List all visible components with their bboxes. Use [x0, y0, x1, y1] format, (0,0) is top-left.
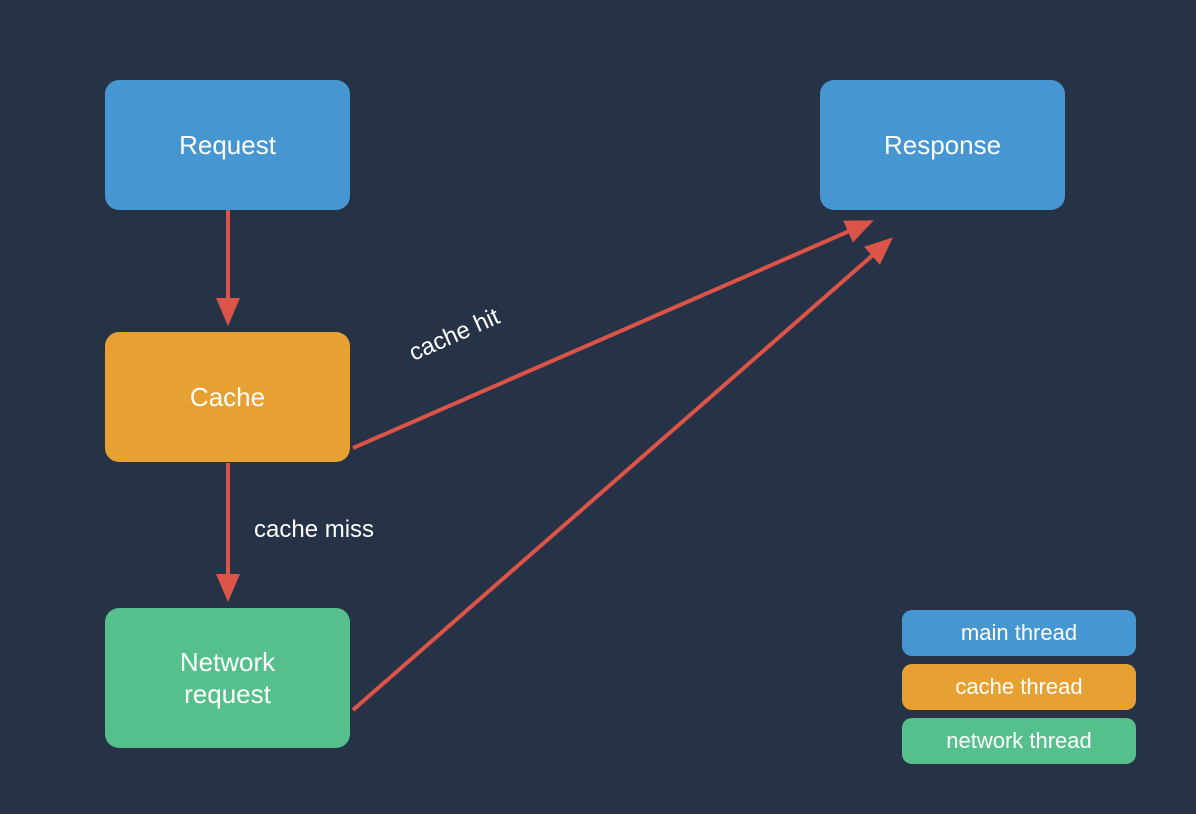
- node-network: Network request: [105, 608, 350, 748]
- edge-label-cache-hit: cache hit: [405, 303, 504, 368]
- arrow-network-to-response: [353, 240, 890, 710]
- node-request-label: Request: [179, 129, 276, 162]
- node-response-label: Response: [884, 129, 1001, 162]
- node-cache-label: Cache: [190, 381, 265, 414]
- node-response: Response: [820, 80, 1065, 210]
- edge-label-cache-miss: cache miss: [254, 516, 374, 544]
- legend-item-network-thread: network thread: [902, 718, 1136, 764]
- legend-item-label: main thread: [961, 620, 1077, 646]
- node-network-label: Network request: [180, 646, 275, 711]
- legend-item-cache-thread: cache thread: [902, 664, 1136, 710]
- node-cache: Cache: [105, 332, 350, 462]
- legend-item-main-thread: main thread: [902, 610, 1136, 656]
- legend: main thread cache thread network thread: [902, 610, 1136, 764]
- diagram-canvas: Request Cache Network request Response c…: [0, 0, 1196, 814]
- legend-item-label: cache thread: [955, 674, 1082, 700]
- node-request: Request: [105, 80, 350, 210]
- legend-item-label: network thread: [946, 728, 1092, 754]
